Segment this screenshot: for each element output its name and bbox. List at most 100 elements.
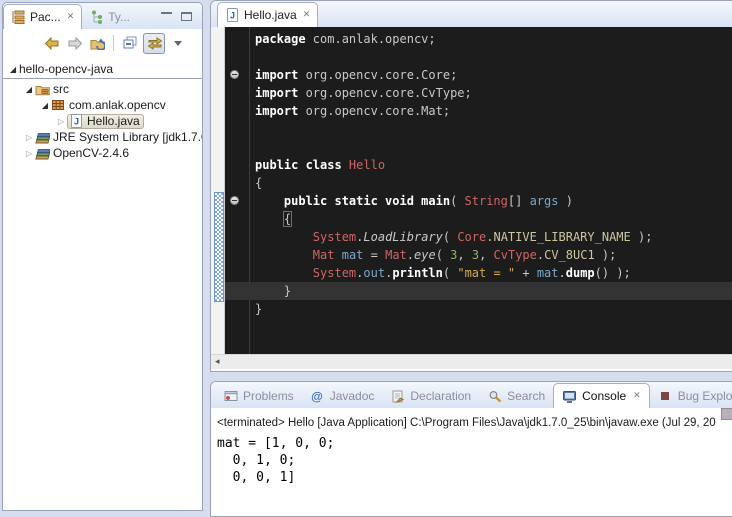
annotation-ruler[interactable]: [211, 27, 225, 354]
svg-text:@: @: [311, 390, 323, 403]
code-token: System: [313, 230, 356, 244]
tab-label: Declaration: [410, 389, 471, 403]
code-line-6: [225, 120, 732, 138]
close-icon[interactable]: ✕: [67, 12, 75, 22]
tree-item-label: JRE System Library [jdk1.7.0_25]: [53, 130, 202, 144]
type-hierarchy-icon: [89, 10, 104, 24]
tree-selection: JHello.java: [67, 114, 144, 129]
tree-item-com-anlak-opencv[interactable]: ◢ com.anlak.opencv: [3, 97, 202, 113]
tree-item-label: com.anlak.opencv: [69, 98, 166, 112]
horizontal-scrollbar[interactable]: ◂: [211, 354, 732, 369]
tree-item-label: src: [53, 82, 69, 96]
expand-arrow-icon[interactable]: ▷: [23, 133, 35, 142]
collapse-arrow-icon[interactable]: ◢: [23, 85, 35, 94]
code-token: Hello: [349, 158, 385, 172]
console-process-header: <terminated> Hello [Java Application] C:…: [211, 408, 732, 432]
code-line-11: {: [225, 210, 732, 228]
console-output[interactable]: mat = [1, 0, 0; 0, 1, 0; 0, 0, 1]: [217, 435, 732, 486]
collapse-arrow-icon[interactable]: ◢: [39, 101, 51, 110]
code-token: [255, 194, 284, 208]
code-line-7: [225, 138, 732, 156]
code-token: import: [255, 68, 298, 82]
problems-icon: [223, 389, 238, 403]
code-line-15: }: [225, 282, 732, 300]
tree-item-hello-java[interactable]: ▷JHello.java: [3, 113, 202, 129]
range-indicator: [214, 192, 224, 302]
code-token: [255, 212, 284, 226]
close-icon[interactable]: ✕: [303, 10, 311, 20]
fold-collapse-icon[interactable]: [230, 70, 239, 79]
code-token: []: [508, 194, 530, 208]
tab-search[interactable]: Search: [479, 384, 553, 408]
code-token: Mat: [385, 248, 407, 262]
up-button[interactable]: [87, 34, 107, 53]
code-token: out: [363, 266, 385, 280]
java-file-icon: J: [69, 114, 84, 128]
code-token: "mat = ": [457, 266, 515, 280]
fold-collapse-icon[interactable]: [230, 196, 239, 205]
tab-label: Console: [582, 389, 626, 403]
code-token: Mat: [313, 248, 335, 262]
code-token: mat: [537, 266, 559, 280]
code-line-2: [225, 48, 732, 66]
tree-item-opencv-2-4-6[interactable]: ▷ OpenCV-2.4.6: [3, 145, 202, 161]
tab-hello-java[interactable]: J Hello.java ✕: [217, 2, 318, 27]
tab-type-hierarchy-label: Ty...: [108, 10, 130, 24]
collapse-all-icon: [123, 36, 138, 50]
tab-package-explorer[interactable]: Pac... ✕: [3, 4, 82, 29]
view-menu-button[interactable]: [168, 34, 188, 53]
code-token: );: [595, 248, 617, 262]
back-icon: [44, 36, 59, 50]
tab-label: Bug Explorer: [678, 389, 732, 403]
code-token: org.opencv.core.Core;: [298, 68, 457, 82]
tab-console[interactable]: Console ✕: [553, 383, 650, 408]
code-token: eye: [414, 248, 436, 262]
console-content: <terminated> Hello [Java Application] C:…: [211, 408, 732, 512]
forward-button[interactable]: [64, 34, 84, 53]
code-token: String: [465, 194, 508, 208]
code-token: [255, 248, 313, 262]
tab-type-hierarchy[interactable]: Ty...: [82, 5, 137, 29]
code-token: CV_8UC1: [544, 248, 595, 262]
maximize-icon[interactable]: [181, 12, 192, 21]
minimize-icon[interactable]: [161, 12, 172, 23]
tab-bug-explorer[interactable]: Bug Explorer: [650, 384, 732, 408]
tab-problems[interactable]: Problems: [215, 384, 302, 408]
forward-icon: [67, 36, 82, 50]
expand-arrow-icon[interactable]: ▷: [55, 117, 67, 126]
code-token: org.opencv.core.Mat;: [298, 104, 450, 118]
code-token: public class: [255, 158, 349, 172]
tree-item-src[interactable]: ◢ src: [3, 81, 202, 97]
code-token: );: [631, 230, 653, 244]
declaration-icon: [390, 389, 405, 403]
code-token: =: [363, 248, 385, 262]
tree-item-label: hello-opencv-java: [19, 62, 113, 76]
code-token: ,: [479, 248, 493, 262]
tab-declaration[interactable]: Declaration: [382, 384, 479, 408]
back-button[interactable]: [41, 34, 61, 53]
code-editor[interactable]: package com.anlak.opencv;import org.open…: [225, 27, 732, 354]
code-token: {: [255, 176, 262, 190]
code-token: LoadLibrary: [363, 230, 442, 244]
scroll-left-icon[interactable]: ◂: [211, 357, 220, 367]
editor-tabstrip: J Hello.java ✕: [211, 1, 732, 27]
code-line-17: [225, 318, 732, 336]
tab-javadoc[interactable]: @Javadoc: [302, 384, 383, 408]
tree-item-label: Hello.java: [87, 114, 140, 128]
expand-arrow-icon[interactable]: ▷: [23, 149, 35, 158]
tree-item-hello-opencv-java[interactable]: ◢hello-opencv-java: [3, 61, 202, 77]
close-icon[interactable]: ✕: [633, 391, 641, 401]
console-toolbar-partial-icon[interactable]: [721, 408, 732, 420]
code-line-18: [225, 336, 732, 354]
code-token: () );: [595, 266, 631, 280]
link-with-editor-button[interactable]: [143, 33, 165, 54]
package-icon: [51, 98, 66, 112]
code-token: NATIVE_LIBRARY_NAME: [493, 230, 630, 244]
library-icon: [35, 146, 50, 160]
collapse-arrow-icon[interactable]: ◢: [7, 65, 19, 74]
collapse-all-button[interactable]: [120, 34, 140, 53]
link-editor-icon: [147, 36, 162, 50]
tree-item-jre-system-library-jdk1-7-0-25[interactable]: ▷ JRE System Library [jdk1.7.0_25]: [3, 129, 202, 145]
tree-item-label: OpenCV-2.4.6: [53, 146, 129, 160]
tab-label: Search: [507, 389, 545, 403]
